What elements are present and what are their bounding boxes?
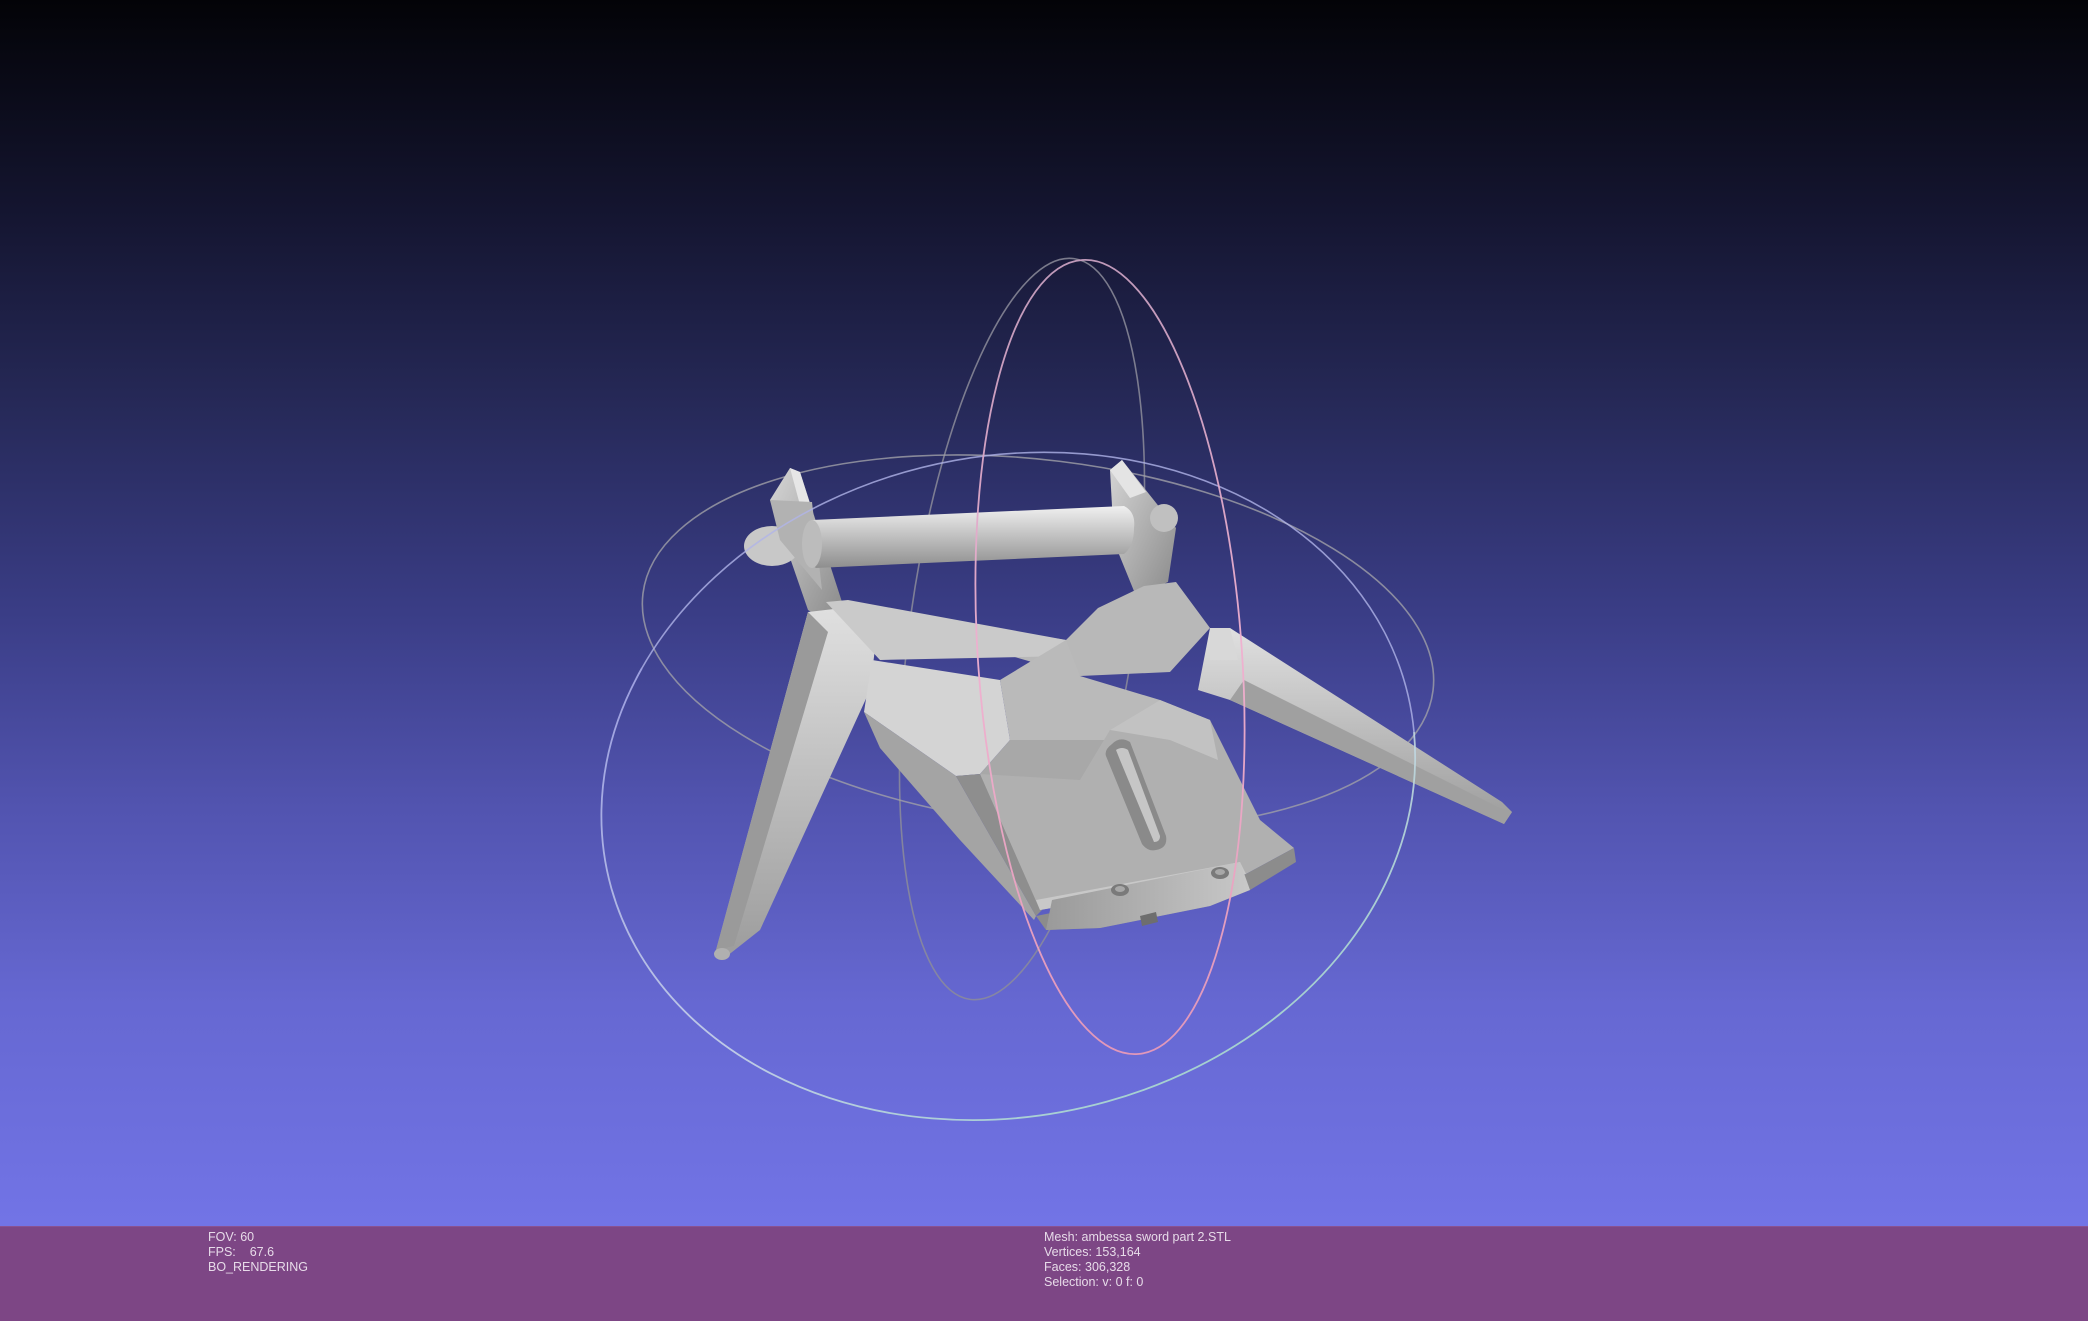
vertices-label: Vertices: <box>1044 1245 1092 1259</box>
render-mode: BO_RENDERING <box>208 1260 309 1274</box>
fps-readout: FPS: 67.6 <box>208 1245 308 1260</box>
scene-canvas[interactable] <box>0 0 2088 1226</box>
mesh-name: ambessa sword part 2.STL <box>1081 1230 1231 1244</box>
vertices-count: 153,164 <box>1095 1245 1141 1259</box>
fps-label: FPS: <box>208 1245 236 1259</box>
sword-guard-mesh[interactable] <box>714 460 1512 960</box>
status-info-bar: FOV: 60 FPS: 67.6 BO_RENDERING Mesh: amb… <box>0 1226 2088 1321</box>
fov-readout: FOV: 60 <box>208 1230 308 1245</box>
fov-value: 60 <box>240 1230 255 1244</box>
render-info: FOV: 60 FPS: 67.6 BO_RENDERING <box>208 1230 308 1275</box>
selection-label: Selection: <box>1044 1275 1099 1289</box>
faces-readout: Faces: 306,328 <box>1044 1260 1231 1275</box>
faces-label: Faces: <box>1044 1260 1082 1274</box>
vertices-readout: Vertices: 153,164 <box>1044 1245 1231 1260</box>
selection-readout: Selection: v: 0 f: 0 <box>1044 1275 1231 1290</box>
mesh-info: Mesh: ambessa sword part 2.STL Vertices:… <box>1044 1230 1231 1290</box>
selection-value: v: 0 f: 0 <box>1102 1275 1144 1289</box>
fov-label: FOV: <box>208 1230 237 1244</box>
mesh-readout: Mesh: ambessa sword part 2.STL <box>1044 1230 1231 1245</box>
faces-count: 306,328 <box>1085 1260 1131 1274</box>
mesh-label: Mesh: <box>1044 1230 1079 1244</box>
fps-value: 67.6 <box>249 1245 275 1259</box>
3d-viewport[interactable] <box>0 0 2088 1226</box>
